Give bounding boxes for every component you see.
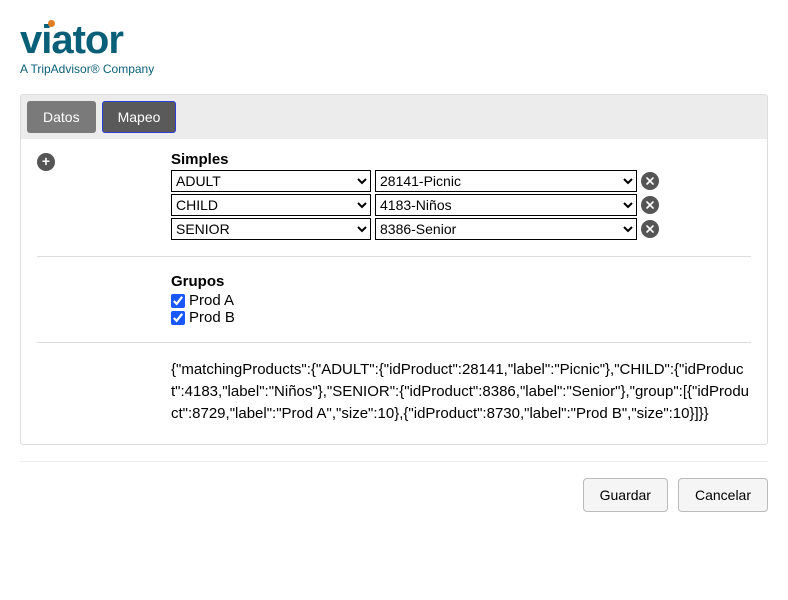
tab-bar: Datos Mapeo: [21, 95, 767, 139]
footer: Guardar Cancelar: [20, 461, 768, 512]
simples-row: ADULT 28141-Picnic: [171, 170, 751, 192]
simples-title: Simples: [171, 151, 751, 168]
panel-content: + Simples ADULT 28141-Picnic CHILD: [21, 139, 767, 444]
grupos-title: Grupos: [171, 273, 751, 290]
divider: [37, 342, 751, 343]
logo-dot-icon: [48, 20, 55, 27]
logo-tagline: A TripAdvisor® Company: [20, 62, 768, 76]
group-checkbox[interactable]: [171, 311, 185, 325]
tab-datos[interactable]: Datos: [27, 101, 96, 133]
remove-icon[interactable]: [641, 220, 659, 238]
simples-left-select[interactable]: ADULT: [171, 170, 371, 192]
group-checkbox[interactable]: [171, 294, 185, 308]
main-panel: Datos Mapeo + Simples ADULT 28141-Picnic…: [20, 94, 768, 445]
group-label: Prod A: [189, 292, 234, 309]
tab-mapeo[interactable]: Mapeo: [102, 101, 177, 133]
add-icon[interactable]: +: [37, 153, 55, 171]
simples-row: SENIOR 8386-Senior: [171, 218, 751, 240]
cancel-button[interactable]: Cancelar: [678, 478, 768, 512]
json-dump: {"matchingProducts":{"ADULT":{"idProduct…: [171, 359, 751, 424]
simples-left-select[interactable]: SENIOR: [171, 218, 371, 240]
remove-icon[interactable]: [641, 196, 659, 214]
remove-icon[interactable]: [641, 172, 659, 190]
simples-section: Simples ADULT 28141-Picnic CHILD 4183-Ni…: [171, 151, 751, 240]
simples-right-select[interactable]: 4183-Niños: [375, 194, 637, 216]
simples-left-select[interactable]: CHILD: [171, 194, 371, 216]
logo-wordmark: viator: [20, 20, 768, 60]
group-row: Prod B: [171, 309, 751, 326]
logo: viator A TripAdvisor® Company: [20, 20, 768, 76]
divider: [37, 256, 751, 257]
simples-row: CHILD 4183-Niños: [171, 194, 751, 216]
group-row: Prod A: [171, 292, 751, 309]
logo-wordmark-text: viator: [20, 18, 123, 62]
simples-right-select[interactable]: 8386-Senior: [375, 218, 637, 240]
group-label: Prod B: [189, 309, 235, 326]
save-button[interactable]: Guardar: [583, 478, 668, 512]
simples-right-select[interactable]: 28141-Picnic: [375, 170, 637, 192]
grupos-section: Grupos Prod A Prod B: [171, 273, 751, 326]
